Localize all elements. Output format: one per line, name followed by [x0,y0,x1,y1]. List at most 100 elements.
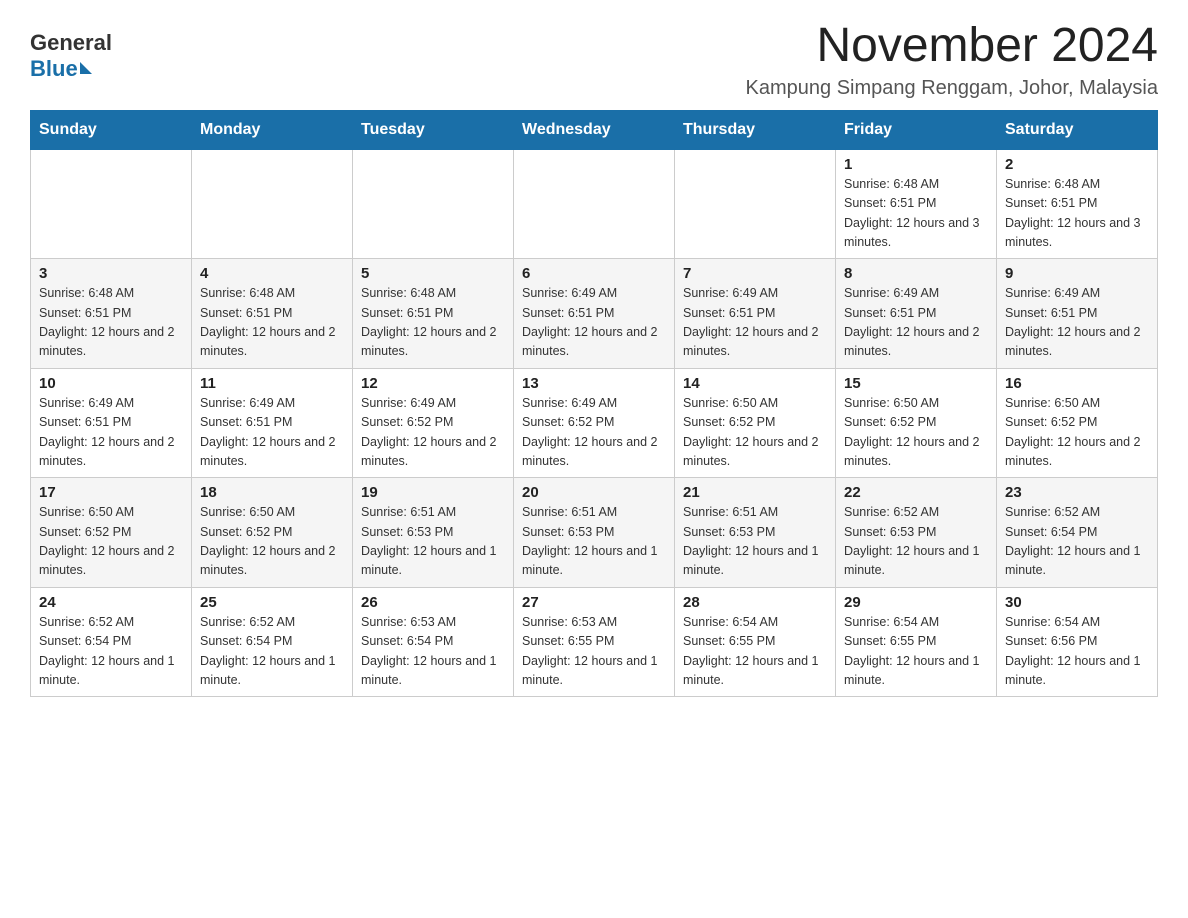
calendar-cell: 24 Sunrise: 6:52 AMSunset: 6:54 PMDayligh… [31,587,192,697]
logo-general-text: General [30,30,112,56]
day-info: Sunrise: 6:52 AMSunset: 6:53 PMDaylight:… [844,505,980,577]
calendar-week-2: 3Sunrise: 6:48 AMSunset: 6:51 PMDaylight… [31,259,1158,369]
day-number: 15 [844,375,988,392]
day-info: Sunrise: 6:50 AMSunset: 6:52 PMDaylight:… [683,396,819,468]
calendar-cell: 17 Sunrise: 6:50 AMSunset: 6:52 PMDayligh… [31,478,192,588]
day-number: 14 [683,375,827,392]
day-info: Sunrise: 6:49 AMSunset: 6:52 PMDaylight:… [361,396,497,468]
calendar-cell: 16Sunrise: 6:50 AMSunset: 6:52 PMDayligh… [997,368,1158,478]
day-number: 1 [844,156,988,173]
calendar-cell: 2Sunrise: 6:48 AMSunset: 6:51 PMDaylight… [997,149,1158,259]
header-wednesday: Wednesday [514,110,675,149]
calendar-cell: 3Sunrise: 6:48 AMSunset: 6:51 PMDaylight… [31,259,192,369]
day-info: Sunrise: 6:54 AMSunset: 6:56 PMDaylight:… [1005,615,1141,687]
calendar-cell: 19 Sunrise: 6:51 AMSunset: 6:53 PMDayligh… [353,478,514,588]
header-monday: Monday [192,110,353,149]
day-number: 8 [844,265,988,282]
calendar-cell: 22 Sunrise: 6:52 AMSunset: 6:53 PMDayligh… [836,478,997,588]
header-friday: Friday [836,110,997,149]
calendar-cell: 4 Sunrise: 6:48 AMSunset: 6:51 PMDaylight… [192,259,353,369]
day-info: Sunrise: 6:49 AMSunset: 6:51 PMDaylight:… [683,286,819,358]
calendar-cell: 18Sunrise: 6:50 AMSunset: 6:52 PMDayligh… [192,478,353,588]
calendar-cell [514,149,675,259]
day-info: Sunrise: 6:49 AMSunset: 6:51 PMDaylight:… [844,286,980,358]
day-info: Sunrise: 6:53 AMSunset: 6:55 PMDaylight:… [522,615,658,687]
calendar-cell [192,149,353,259]
day-number: 21 [683,484,827,501]
day-info: Sunrise: 6:48 AMSunset: 6:51 PMDaylight:… [361,286,497,358]
header-saturday: Saturday [997,110,1158,149]
day-number: 19 [361,484,505,501]
calendar-cell: 27 Sunrise: 6:53 AMSunset: 6:55 PMDayligh… [514,587,675,697]
day-info: Sunrise: 6:48 AMSunset: 6:51 PMDaylight:… [1005,177,1141,249]
day-number: 30 [1005,594,1149,611]
calendar-cell: 6Sunrise: 6:49 AMSunset: 6:51 PMDaylight… [514,259,675,369]
day-number: 20 [522,484,666,501]
calendar-cell: 26 Sunrise: 6:53 AMSunset: 6:54 PMDayligh… [353,587,514,697]
day-info: Sunrise: 6:53 AMSunset: 6:54 PMDaylight:… [361,615,497,687]
calendar-cell [353,149,514,259]
calendar-cell: 28Sunrise: 6:54 AMSunset: 6:55 PMDayligh… [675,587,836,697]
title-area: November 2024 Kampung Simpang Renggam, J… [746,20,1158,100]
day-info: Sunrise: 6:49 AMSunset: 6:51 PMDaylight:… [1005,286,1141,358]
day-info: Sunrise: 6:51 AMSunset: 6:53 PMDaylight:… [522,505,658,577]
day-number: 13 [522,375,666,392]
day-info: Sunrise: 6:50 AMSunset: 6:52 PMDaylight:… [200,505,336,577]
day-info: Sunrise: 6:50 AMSunset: 6:52 PMDaylight:… [844,396,980,468]
calendar-cell: 25 Sunrise: 6:52 AMSunset: 6:54 PMDayligh… [192,587,353,697]
page-subtitle: Kampung Simpang Renggam, Johor, Malaysia [746,77,1158,100]
calendar-cell: 23Sunrise: 6:52 AMSunset: 6:54 PMDayligh… [997,478,1158,588]
day-info: Sunrise: 6:49 AMSunset: 6:51 PMDaylight:… [200,396,336,468]
header-row: SundayMondayTuesdayWednesdayThursdayFrid… [31,110,1158,149]
day-info: Sunrise: 6:51 AMSunset: 6:53 PMDaylight:… [683,505,819,577]
calendar-cell: 7Sunrise: 6:49 AMSunset: 6:51 PMDaylight… [675,259,836,369]
calendar-cell: 10 Sunrise: 6:49 AMSunset: 6:51 PMDayligh… [31,368,192,478]
day-info: Sunrise: 6:52 AMSunset: 6:54 PMDaylight:… [200,615,336,687]
day-number: 28 [683,594,827,611]
calendar-cell: 8 Sunrise: 6:49 AMSunset: 6:51 PMDaylight… [836,259,997,369]
header-sunday: Sunday [31,110,192,149]
day-number: 25 [200,594,344,611]
calendar-cell: 11 Sunrise: 6:49 AMSunset: 6:51 PMDayligh… [192,368,353,478]
day-info: Sunrise: 6:48 AMSunset: 6:51 PMDaylight:… [200,286,336,358]
day-number: 26 [361,594,505,611]
day-info: Sunrise: 6:50 AMSunset: 6:52 PMDaylight:… [39,505,175,577]
logo-blue-text: Blue [30,56,92,82]
calendar-cell: 29Sunrise: 6:54 AMSunset: 6:55 PMDayligh… [836,587,997,697]
calendar-cell: 30 Sunrise: 6:54 AMSunset: 6:56 PMDayligh… [997,587,1158,697]
calendar-cell [31,149,192,259]
calendar-table: SundayMondayTuesdayWednesdayThursdayFrid… [30,110,1158,698]
header-tuesday: Tuesday [353,110,514,149]
day-number: 11 [200,375,344,392]
calendar-week-4: 17 Sunrise: 6:50 AMSunset: 6:52 PMDayligh… [31,478,1158,588]
calendar-week-3: 10 Sunrise: 6:49 AMSunset: 6:51 PMDayligh… [31,368,1158,478]
day-number: 22 [844,484,988,501]
day-number: 12 [361,375,505,392]
calendar-cell: 9 Sunrise: 6:49 AMSunset: 6:51 PMDaylight… [997,259,1158,369]
calendar-week-5: 24 Sunrise: 6:52 AMSunset: 6:54 PMDayligh… [31,587,1158,697]
calendar-cell: 21 Sunrise: 6:51 AMSunset: 6:53 PMDayligh… [675,478,836,588]
logo-triangle-icon [80,62,92,74]
calendar-week-1: 1 Sunrise: 6:48 AMSunset: 6:51 PMDaylight… [31,149,1158,259]
day-number: 5 [361,265,505,282]
day-number: 10 [39,375,183,392]
calendar-cell: 5 Sunrise: 6:48 AMSunset: 6:51 PMDaylight… [353,259,514,369]
day-info: Sunrise: 6:51 AMSunset: 6:53 PMDaylight:… [361,505,497,577]
day-number: 17 [39,484,183,501]
day-number: 9 [1005,265,1149,282]
page-title: November 2024 [746,20,1158,73]
day-info: Sunrise: 6:52 AMSunset: 6:54 PMDaylight:… [1005,505,1141,577]
day-number: 29 [844,594,988,611]
day-info: Sunrise: 6:48 AMSunset: 6:51 PMDaylight:… [844,177,980,249]
day-number: 27 [522,594,666,611]
day-number: 24 [39,594,183,611]
day-number: 16 [1005,375,1149,392]
day-info: Sunrise: 6:49 AMSunset: 6:51 PMDaylight:… [39,396,175,468]
calendar-cell: 15 Sunrise: 6:50 AMSunset: 6:52 PMDayligh… [836,368,997,478]
day-info: Sunrise: 6:49 AMSunset: 6:51 PMDaylight:… [522,286,658,358]
day-info: Sunrise: 6:52 AMSunset: 6:54 PMDaylight:… [39,615,175,687]
day-number: 4 [200,265,344,282]
calendar-cell [675,149,836,259]
day-info: Sunrise: 6:48 AMSunset: 6:51 PMDaylight:… [39,286,175,358]
header-thursday: Thursday [675,110,836,149]
